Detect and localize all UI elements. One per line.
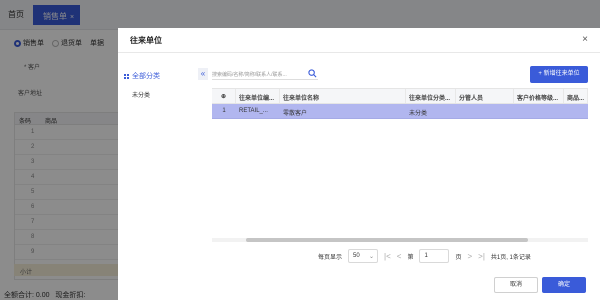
- cell-price-level: [514, 104, 564, 118]
- partner-table: ⊕ 往来单位编... 往来单位名称 往来单位分类... 分管人员 客户价格等级.…: [212, 88, 588, 240]
- column-code[interactable]: 往来单位编...: [236, 89, 280, 103]
- page-suffix: 页: [455, 254, 462, 261]
- column-price-level[interactable]: 客户价格等级...: [514, 89, 564, 103]
- table-row[interactable]: 1 RETAIL_... 零散客户 未分类: [212, 104, 588, 119]
- cell-goods: [564, 104, 588, 118]
- collapse-panel-icon[interactable]: «: [198, 68, 208, 80]
- cell-name: 零散客户: [283, 111, 308, 117]
- pagination-summary: 共1页, 1条记录: [490, 254, 531, 261]
- confirm-button[interactable]: 确定: [542, 277, 586, 293]
- page-prefix: 第: [407, 254, 414, 261]
- first-page-icon[interactable]: |<: [384, 252, 391, 261]
- column-name[interactable]: 往来单位名称: [280, 89, 406, 103]
- category-all[interactable]: 全部分类: [124, 71, 160, 81]
- grid-icon: [124, 73, 129, 79]
- column-goods[interactable]: 商品...: [564, 89, 588, 103]
- pagination: 每页显示 50 ⌄ |< < 第 1 页 > >| 共1页, 1条记录: [318, 248, 531, 264]
- cell-index: 1: [222, 108, 226, 114]
- column-category[interactable]: 往来单位分类...: [406, 89, 456, 103]
- category-uncategorized[interactable]: 未分类: [132, 90, 150, 99]
- close-icon[interactable]: ×: [582, 34, 588, 45]
- cell-staff: [456, 104, 514, 118]
- table-header: ⊕ 往来单位编... 往来单位名称 往来单位分类... 分管人员 客户价格等级.…: [212, 89, 588, 104]
- chevron-down-icon: ⌄: [368, 254, 375, 260]
- cancel-button[interactable]: 取消: [494, 277, 538, 293]
- add-partner-button[interactable]: + 新增往来单位: [530, 66, 588, 83]
- cell-category: 未分类: [409, 111, 428, 117]
- per-page-value: 50: [353, 253, 360, 259]
- per-page-label: 每页显示: [318, 254, 343, 261]
- horizontal-scrollbar[interactable]: [212, 238, 588, 242]
- dialog-title: 往来单位: [130, 36, 162, 45]
- column-settings-icon[interactable]: ⊕: [212, 89, 236, 103]
- last-page-icon[interactable]: >|: [478, 252, 485, 261]
- cell-code: RETAIL_...: [239, 108, 268, 114]
- category-all-label: 全部分类: [132, 73, 160, 80]
- column-staff[interactable]: 分管人员: [456, 89, 514, 103]
- partner-select-dialog: 往来单位 × 全部分类 未分类 « 搜索编码/名称/简称/联系人/联系... +…: [118, 28, 600, 300]
- per-page-select[interactable]: 50 ⌄: [348, 249, 379, 263]
- scrollbar-thumb[interactable]: [246, 238, 528, 242]
- page-number-input[interactable]: 1: [419, 249, 450, 263]
- search-icon[interactable]: [308, 69, 317, 78]
- prev-page-icon[interactable]: <: [397, 252, 402, 261]
- category-tree: 全部分类 未分类: [118, 53, 198, 253]
- search-input[interactable]: 搜索编码/名称/简称/联系人/联系...: [212, 68, 318, 80]
- next-page-icon[interactable]: >: [467, 252, 472, 261]
